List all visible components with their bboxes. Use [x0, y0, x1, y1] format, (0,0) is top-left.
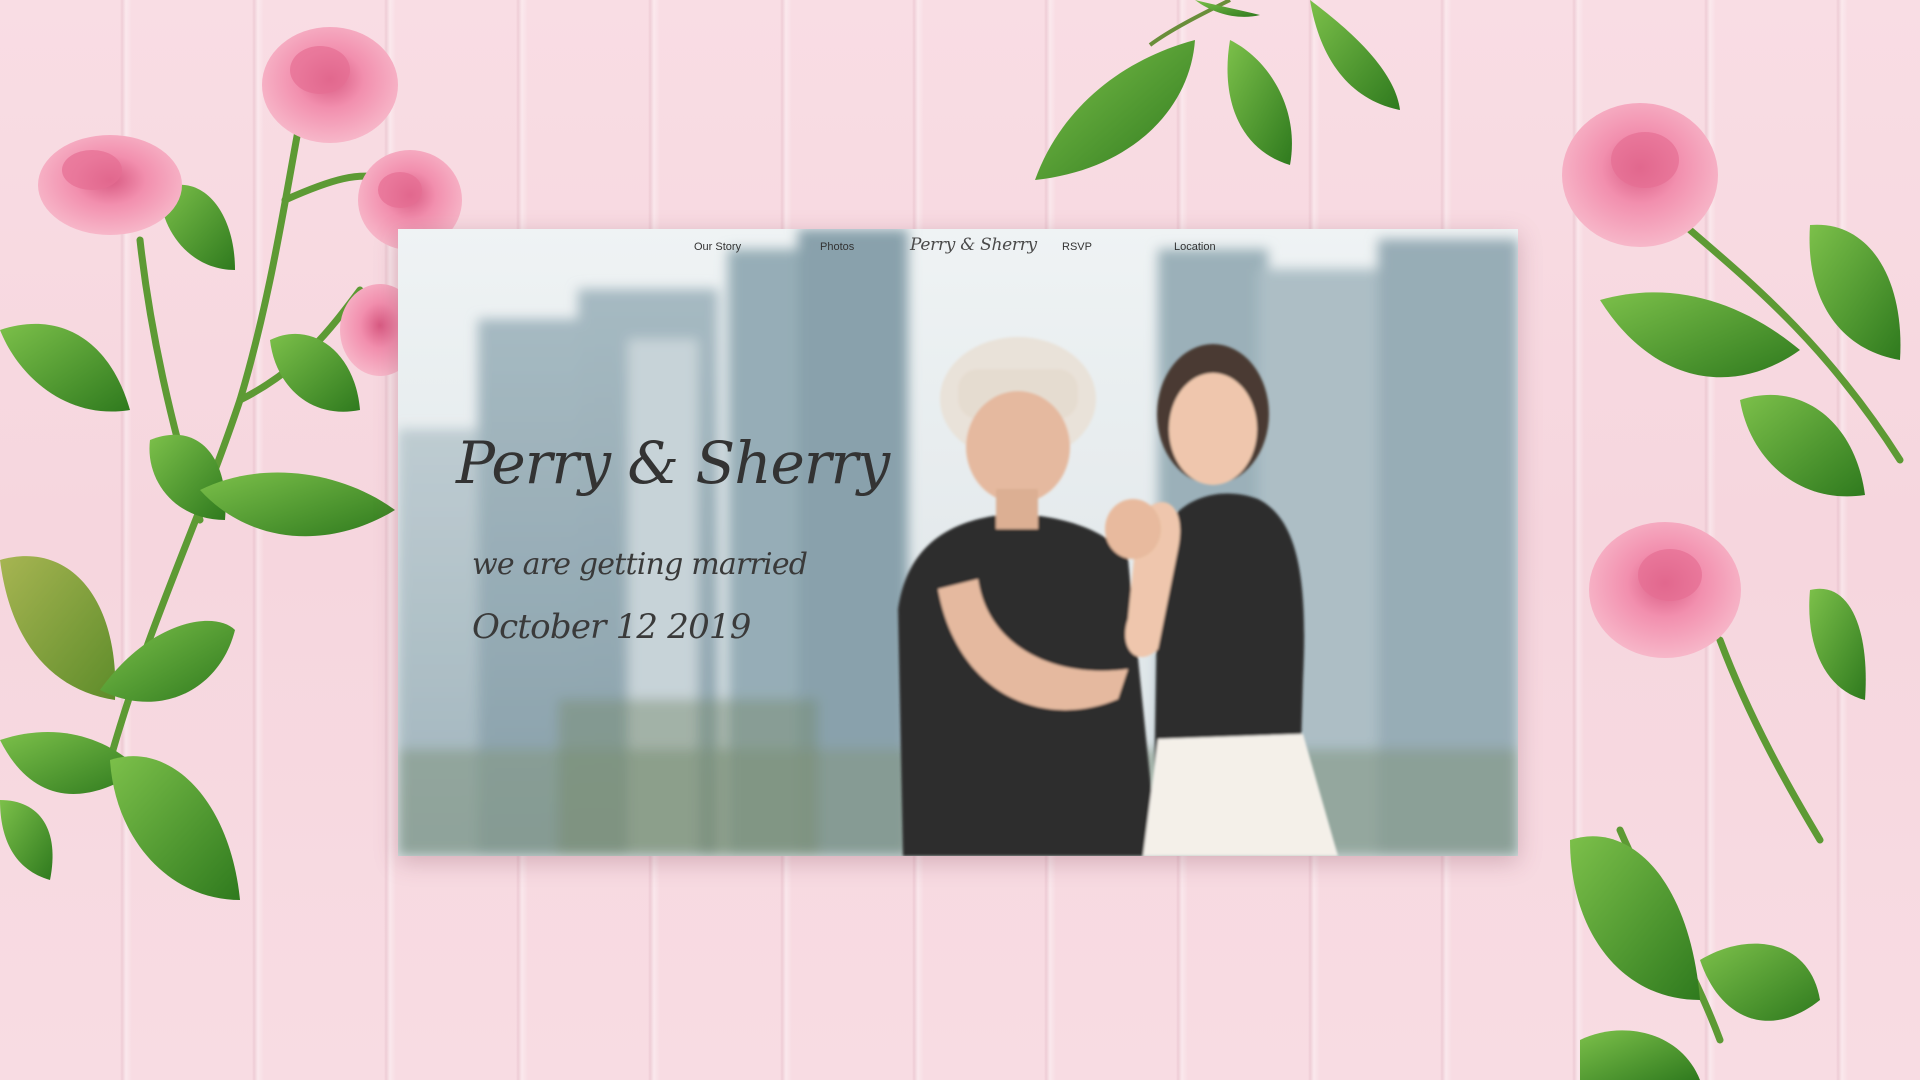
nav-location[interactable]: Location — [1174, 241, 1216, 253]
hero-subtitle: we are getting married — [472, 547, 808, 582]
nav-our-story[interactable]: Our Story — [694, 241, 741, 253]
hero-date: October 12 2019 — [472, 607, 751, 647]
leaf-icon — [0, 184, 395, 900]
hero-title: Perry & Sherry — [456, 429, 890, 497]
nav-photos[interactable]: Photos — [820, 241, 854, 253]
leaf-icon — [1035, 0, 1400, 180]
hero-photo — [398, 229, 1518, 856]
rose-icon — [1562, 103, 1741, 658]
nav-logo[interactable]: Perry & Sherry — [910, 235, 1037, 255]
nav-rsvp[interactable]: RSVP — [1062, 241, 1092, 253]
top-nav: Our Story Photos Perry & Sherry RSVP Loc… — [398, 229, 1518, 269]
website-preview: Our Story Photos Perry & Sherry RSVP Loc… — [398, 229, 1518, 856]
leaf-icon — [1570, 224, 1901, 1080]
